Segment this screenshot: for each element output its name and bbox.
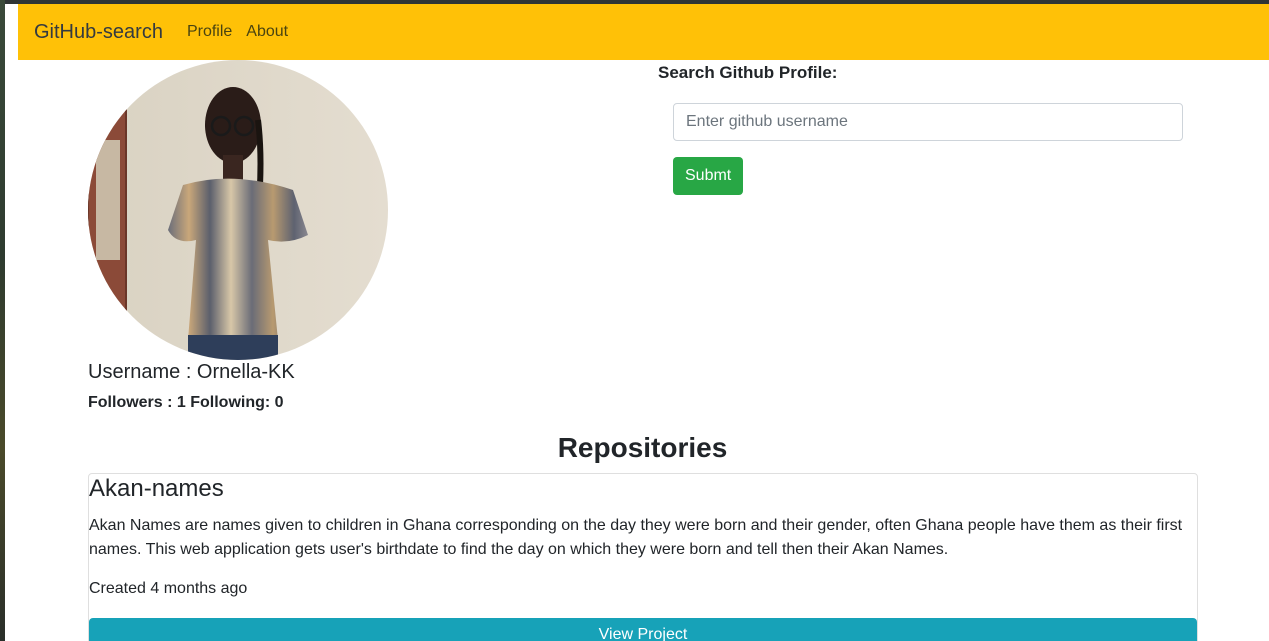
nav-link-profile[interactable]: Profile (187, 23, 232, 41)
repositories-heading: Repositories (557, 432, 728, 463)
submit-button[interactable]: Submt (673, 157, 744, 195)
navbar: GitHub-search Profile About (18, 4, 1269, 60)
repo-description: Akan Names are names given to children i… (89, 517, 1183, 558)
view-project-button[interactable]: View Project (89, 618, 1197, 641)
repo-name: Akan-names (89, 475, 224, 502)
avatar (88, 60, 388, 360)
profile-follow-stats: Followers : 1 Following: 0 (88, 394, 284, 411)
brand-link[interactable]: GitHub-search (34, 21, 163, 44)
profile-username: Username : Ornella-KK (88, 361, 295, 383)
repo-card: Akan-names Akan Names are names given to… (88, 473, 1198, 641)
repo-created: Created 4 months ago (89, 580, 248, 597)
search-label: Search Github Profile: (658, 63, 838, 82)
nav-link-about[interactable]: About (246, 23, 288, 41)
page: GitHub-search Profile About Username: O… (5, 4, 1269, 641)
search-input[interactable] (673, 103, 1183, 141)
